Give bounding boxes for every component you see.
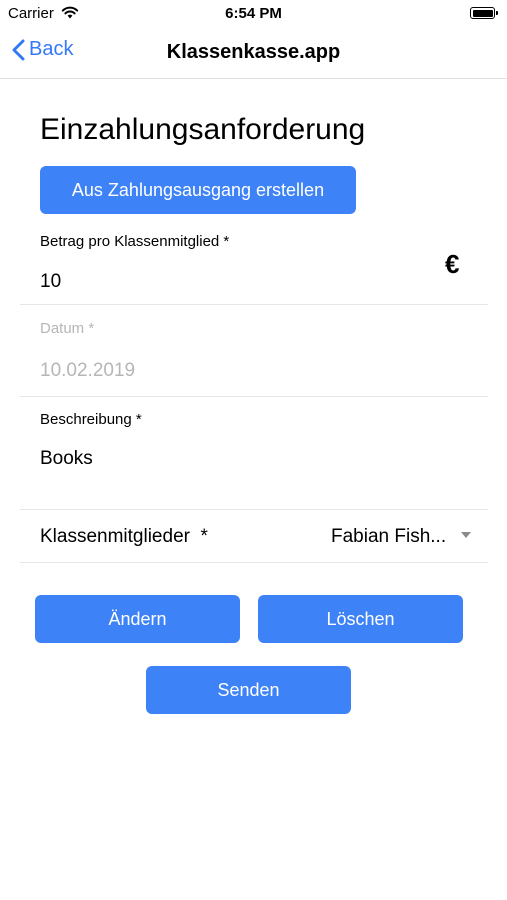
euro-symbol: € bbox=[445, 249, 460, 279]
members-label: Klassenmitglieder * bbox=[40, 526, 208, 547]
amount-input[interactable] bbox=[40, 271, 420, 293]
nav-title: Klassenkasse.app bbox=[166, 41, 341, 63]
status-bar: Carrier 6:54 PM bbox=[0, 0, 507, 28]
amount-label: Betrag pro Klassenmitglied * bbox=[40, 233, 230, 250]
battery-icon bbox=[470, 7, 498, 19]
divider bbox=[20, 562, 488, 563]
clock: 6:54 PM bbox=[225, 5, 282, 22]
date-label: Datum * bbox=[40, 320, 95, 337]
date-input bbox=[40, 360, 420, 382]
description-input[interactable] bbox=[40, 448, 420, 470]
members-selected-value: Fabian Fish... bbox=[331, 526, 447, 547]
send-button[interactable]: Senden bbox=[146, 666, 351, 714]
divider bbox=[20, 304, 488, 305]
divider bbox=[20, 396, 488, 397]
description-label: Beschreibung * bbox=[40, 411, 142, 428]
create-from-payment-button[interactable]: Aus Zahlungsausgang erstellen bbox=[40, 166, 356, 214]
members-select[interactable]: Klassenmitglieder * Fabian Fish... bbox=[20, 510, 488, 562]
navigation-bar: Back Klassenkasse.app bbox=[0, 28, 507, 79]
page-title: Einzahlungsanforderung bbox=[40, 113, 366, 146]
delete-button[interactable]: Löschen bbox=[258, 595, 463, 643]
change-button[interactable]: Ändern bbox=[35, 595, 240, 643]
dropdown-arrow-icon bbox=[461, 532, 471, 538]
